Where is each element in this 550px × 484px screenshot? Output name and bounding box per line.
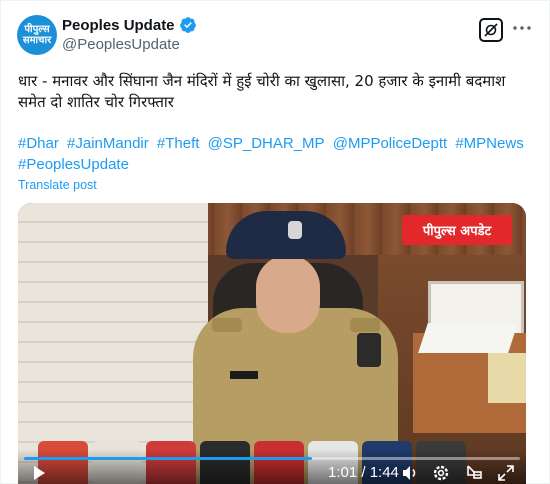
video-progress-fill bbox=[24, 457, 312, 460]
video-scene bbox=[230, 371, 258, 379]
grok-icon[interactable] bbox=[479, 18, 503, 42]
settings-gear-icon[interactable] bbox=[431, 463, 451, 483]
channel-logo-overlay: पीपुल्स अपडेट bbox=[402, 215, 512, 245]
hashtag-list: #Dhar #JainMandir #Theft @SP_DHAR_MP @MP… bbox=[18, 133, 533, 175]
video-time-display: 1:01 / 1:44 bbox=[328, 464, 399, 481]
hashtag-link[interactable]: #PeoplesUpdate bbox=[18, 156, 129, 173]
hashtag-link[interactable]: #MPNews bbox=[455, 135, 523, 152]
verified-badge-icon[interactable] bbox=[179, 16, 197, 34]
video-scene bbox=[226, 211, 346, 259]
avatar-logo-text: पीपुल्स समाचार bbox=[22, 24, 52, 46]
video-scene bbox=[256, 255, 320, 333]
channel-logo-text: पीपुल्स अपडेट bbox=[422, 224, 492, 239]
more-icon[interactable] bbox=[511, 17, 533, 39]
fullscreen-icon[interactable] bbox=[496, 463, 516, 483]
mention-link[interactable]: @MPPoliceDeptt bbox=[333, 135, 447, 152]
hashtag-link[interactable]: #Theft bbox=[157, 135, 200, 152]
video-scene bbox=[288, 221, 302, 239]
play-icon[interactable] bbox=[31, 465, 47, 481]
video-background bbox=[418, 323, 518, 353]
handle[interactable]: @PeoplesUpdate bbox=[62, 36, 197, 53]
hashtag-link[interactable]: #Dhar bbox=[18, 135, 59, 152]
hashtag-link[interactable]: #JainMandir bbox=[67, 135, 149, 152]
translate-post-link[interactable]: Translate post bbox=[18, 178, 97, 192]
video-background bbox=[488, 353, 526, 403]
video-scene bbox=[350, 318, 380, 332]
picture-in-picture-icon[interactable] bbox=[464, 463, 484, 483]
video-player[interactable]: पीपुल्स अपडेट bbox=[18, 203, 526, 484]
video-scene bbox=[357, 333, 381, 367]
display-name[interactable]: Peoples Update bbox=[62, 17, 175, 34]
video-controls: 1:01 / 1:44 bbox=[18, 449, 526, 484]
post-card[interactable]: पीपुल्स समाचार Peoples Update @PeoplesUp… bbox=[0, 0, 550, 484]
video-progress-bar[interactable] bbox=[24, 457, 520, 460]
avatar[interactable]: पीपुल्स समाचार bbox=[17, 15, 57, 55]
video-scene bbox=[212, 318, 242, 332]
post-text: धार - मनावर और सिंघाना जैन मंदिरों में ह… bbox=[18, 72, 506, 111]
volume-icon[interactable] bbox=[400, 463, 420, 483]
author-block: Peoples Update @PeoplesUpdate bbox=[62, 15, 197, 53]
mention-link[interactable]: @SP_DHAR_MP bbox=[208, 135, 325, 152]
